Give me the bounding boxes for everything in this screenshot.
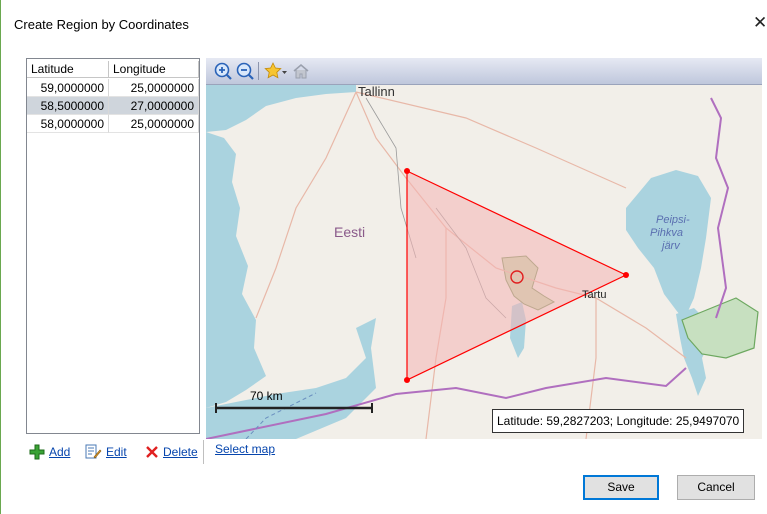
close-icon[interactable]: ✕ [753, 13, 767, 33]
edit-icon [85, 444, 102, 459]
save-button[interactable]: Save [583, 475, 659, 500]
map-toolbar [206, 58, 762, 85]
delete-action[interactable]: Delete [145, 443, 198, 461]
scale-label: 70 km [250, 389, 283, 403]
vertex-handle[interactable] [404, 377, 410, 383]
favorites-star-icon[interactable] [264, 62, 288, 80]
grid-row[interactable]: 58,0000000 25,0000000 [27, 115, 199, 133]
cancel-button[interactable]: Cancel [677, 475, 755, 500]
latitude-cell[interactable]: 58,5000000 [27, 97, 109, 115]
create-region-dialog: Create Region by Coordinates ✕ Latitude … [0, 0, 767, 514]
home-icon[interactable] [292, 62, 310, 80]
label-eesti: Eesti [334, 224, 365, 240]
column-header-latitude[interactable]: Latitude [27, 61, 109, 78]
delete-link[interactable]: Delete [163, 445, 198, 459]
toolbar-separator [258, 62, 259, 80]
zoom-out-icon[interactable] [236, 62, 254, 80]
window-title: Create Region by Coordinates [14, 17, 189, 32]
add-action[interactable]: Add [29, 443, 70, 461]
column-header-longitude[interactable]: Longitude [109, 61, 199, 78]
zoom-in-icon[interactable] [214, 62, 232, 80]
add-link[interactable]: Add [49, 445, 70, 459]
edit-action[interactable]: Edit [85, 443, 127, 461]
latitude-cell[interactable]: 58,0000000 [27, 115, 109, 133]
map-canvas[interactable]: Tallinn Eesti Tartu Peipsi- Pihkva järv [206, 58, 762, 439]
longitude-cell[interactable]: 25,0000000 [109, 115, 199, 133]
delete-x-icon [146, 446, 158, 458]
grid-header: Latitude Longitude [27, 59, 199, 79]
latitude-cell[interactable]: 59,0000000 [27, 79, 109, 97]
edit-link[interactable]: Edit [106, 445, 127, 459]
map-view[interactable]: Tallinn Eesti Tartu Peipsi- Pihkva järv [206, 58, 762, 439]
coordinates-readout: Latitude: 59,2827203; Longitude: 25,9497… [492, 409, 745, 433]
longitude-cell[interactable]: 25,0000000 [109, 79, 199, 97]
label-tallinn: Tallinn [358, 84, 395, 99]
title-bar: Create Region by Coordinates ✕ [1, 0, 767, 46]
grid-row-selected[interactable]: 58,5000000 27,0000000 [27, 97, 199, 115]
vertex-handle[interactable] [404, 168, 410, 174]
add-plus-icon [29, 444, 45, 460]
longitude-cell[interactable]: 27,0000000 [109, 97, 199, 115]
label-tartu: Tartu [582, 289, 606, 301]
coordinates-grid[interactable]: Latitude Longitude 59,0000000 25,0000000… [26, 58, 200, 434]
select-map-link[interactable]: Select map [215, 442, 275, 456]
grid-row[interactable]: 59,0000000 25,0000000 [27, 79, 199, 97]
vertical-divider [203, 440, 204, 464]
vertex-handle[interactable] [623, 272, 629, 278]
